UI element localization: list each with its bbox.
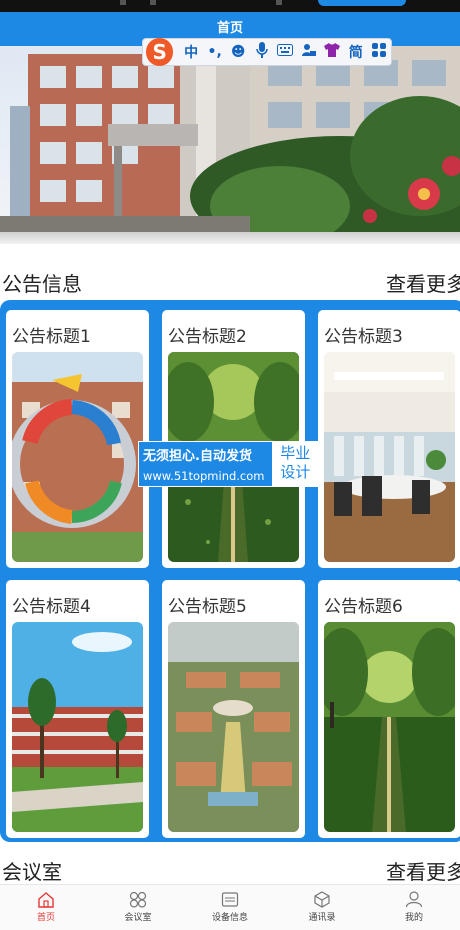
notice-card-title: 公告标题5 [168, 597, 247, 617]
keyboard-icon[interactable] [273, 44, 297, 60]
home-icon [38, 892, 54, 908]
microphone-icon[interactable] [250, 42, 274, 62]
skin-shirt-icon[interactable] [321, 43, 345, 61]
notice-card-image [324, 352, 455, 562]
notice-card[interactable]: 公告标题1 [6, 310, 149, 568]
device-icon [221, 892, 239, 907]
notice-card-image [324, 622, 455, 832]
tab-label: 设备信息 [211, 913, 248, 923]
tab-label: 会议室 [124, 913, 152, 923]
meeting-room-icon [129, 891, 147, 908]
tab-contacts[interactable]: 通讯录 [276, 885, 368, 930]
page-title: 首页 [216, 21, 243, 36]
status-icon [120, 0, 126, 5]
tab-label: 通讯录 [308, 913, 336, 923]
status-icon [150, 0, 156, 5]
notice-card[interactable]: 公告标题2 [162, 310, 305, 568]
watermark-badge-line: 设计 [280, 463, 311, 481]
banner-divider [0, 232, 460, 244]
watermark-banner: 无须担心.自动发货 www.51topmind.com 毕业 设计 [138, 441, 320, 487]
campus-building-banner-image [0, 46, 460, 232]
profile-icon [405, 891, 423, 908]
notice-card-image [12, 352, 143, 562]
contacts-icon [314, 891, 330, 908]
microphone-icon [255, 42, 268, 58]
notice-card-title: 公告标题6 [324, 597, 403, 617]
user-lock-icon [301, 44, 316, 56]
tab-label: 首页 [36, 913, 55, 923]
notice-card[interactable]: 公告标题4 [6, 580, 149, 838]
notice-card-title: 公告标题1 [12, 327, 91, 347]
status-pill [318, 0, 406, 6]
notice-card[interactable]: 公告标题6 [318, 580, 460, 838]
notice-card-grid: 公告标题1 公告标题2 公告标题3 公告标题4 公告标题5 公告标题6 [0, 300, 460, 842]
meeting-view-more-link[interactable]: 查看更多 [386, 856, 460, 885]
notice-card[interactable]: 公告标题5 [162, 580, 305, 838]
notice-card-image [12, 622, 143, 832]
notice-card-image [168, 622, 299, 832]
emoji-icon[interactable]: ☻ [226, 44, 250, 60]
status-bar [0, 0, 460, 12]
notice-section-title: 公告信息 [2, 272, 82, 296]
watermark-text-block: 无须担心.自动发货 www.51topmind.com [139, 442, 272, 486]
banner-carousel[interactable] [0, 46, 460, 232]
tab-device-info[interactable]: 设备信息 [184, 885, 276, 930]
notice-card-title: 公告标题4 [12, 597, 91, 617]
input-method-toolbar: S 中 •, ☻ 简 [142, 38, 392, 66]
notice-card-title: 公告标题2 [168, 327, 247, 347]
meeting-section-header: 会议室 查看更多 [0, 854, 460, 884]
tab-home[interactable]: 首页 [0, 885, 92, 930]
meeting-section-title: 会议室 [2, 860, 62, 884]
chinese-mode-icon[interactable]: 中 [179, 42, 203, 62]
grid-menu-icon[interactable] [368, 43, 392, 61]
user-lock-icon[interactable] [297, 43, 321, 61]
tab-label: 我的 [404, 913, 423, 923]
notice-card-title: 公告标题3 [324, 327, 403, 347]
keyboard-icon [277, 44, 294, 56]
tab-profile[interactable]: 我的 [368, 885, 460, 930]
status-icon [276, 0, 282, 5]
notice-section-header: 公告信息 查看更多 [0, 266, 460, 296]
skin-shirt-icon [324, 43, 341, 57]
watermark-badge: 毕业 设计 [271, 442, 319, 486]
notice-card[interactable]: 公告标题3 [318, 310, 460, 568]
watermark-badge-line: 毕业 [280, 444, 311, 462]
simplified-icon[interactable]: 简 [344, 42, 368, 62]
ime-logo-icon[interactable]: S [146, 38, 174, 66]
notice-view-more-link[interactable]: 查看更多 [386, 268, 460, 297]
punctuation-icon[interactable]: •, [203, 44, 227, 60]
grid-menu-icon [372, 43, 387, 57]
bottom-tab-bar: 首页 会议室 设备信息 通讯录 我的 [0, 884, 460, 930]
watermark-slogan: 无须担心.自动发货 [143, 449, 252, 464]
tab-meeting-room[interactable]: 会议室 [92, 885, 184, 930]
watermark-url: www.51topmind.com [143, 469, 265, 483]
